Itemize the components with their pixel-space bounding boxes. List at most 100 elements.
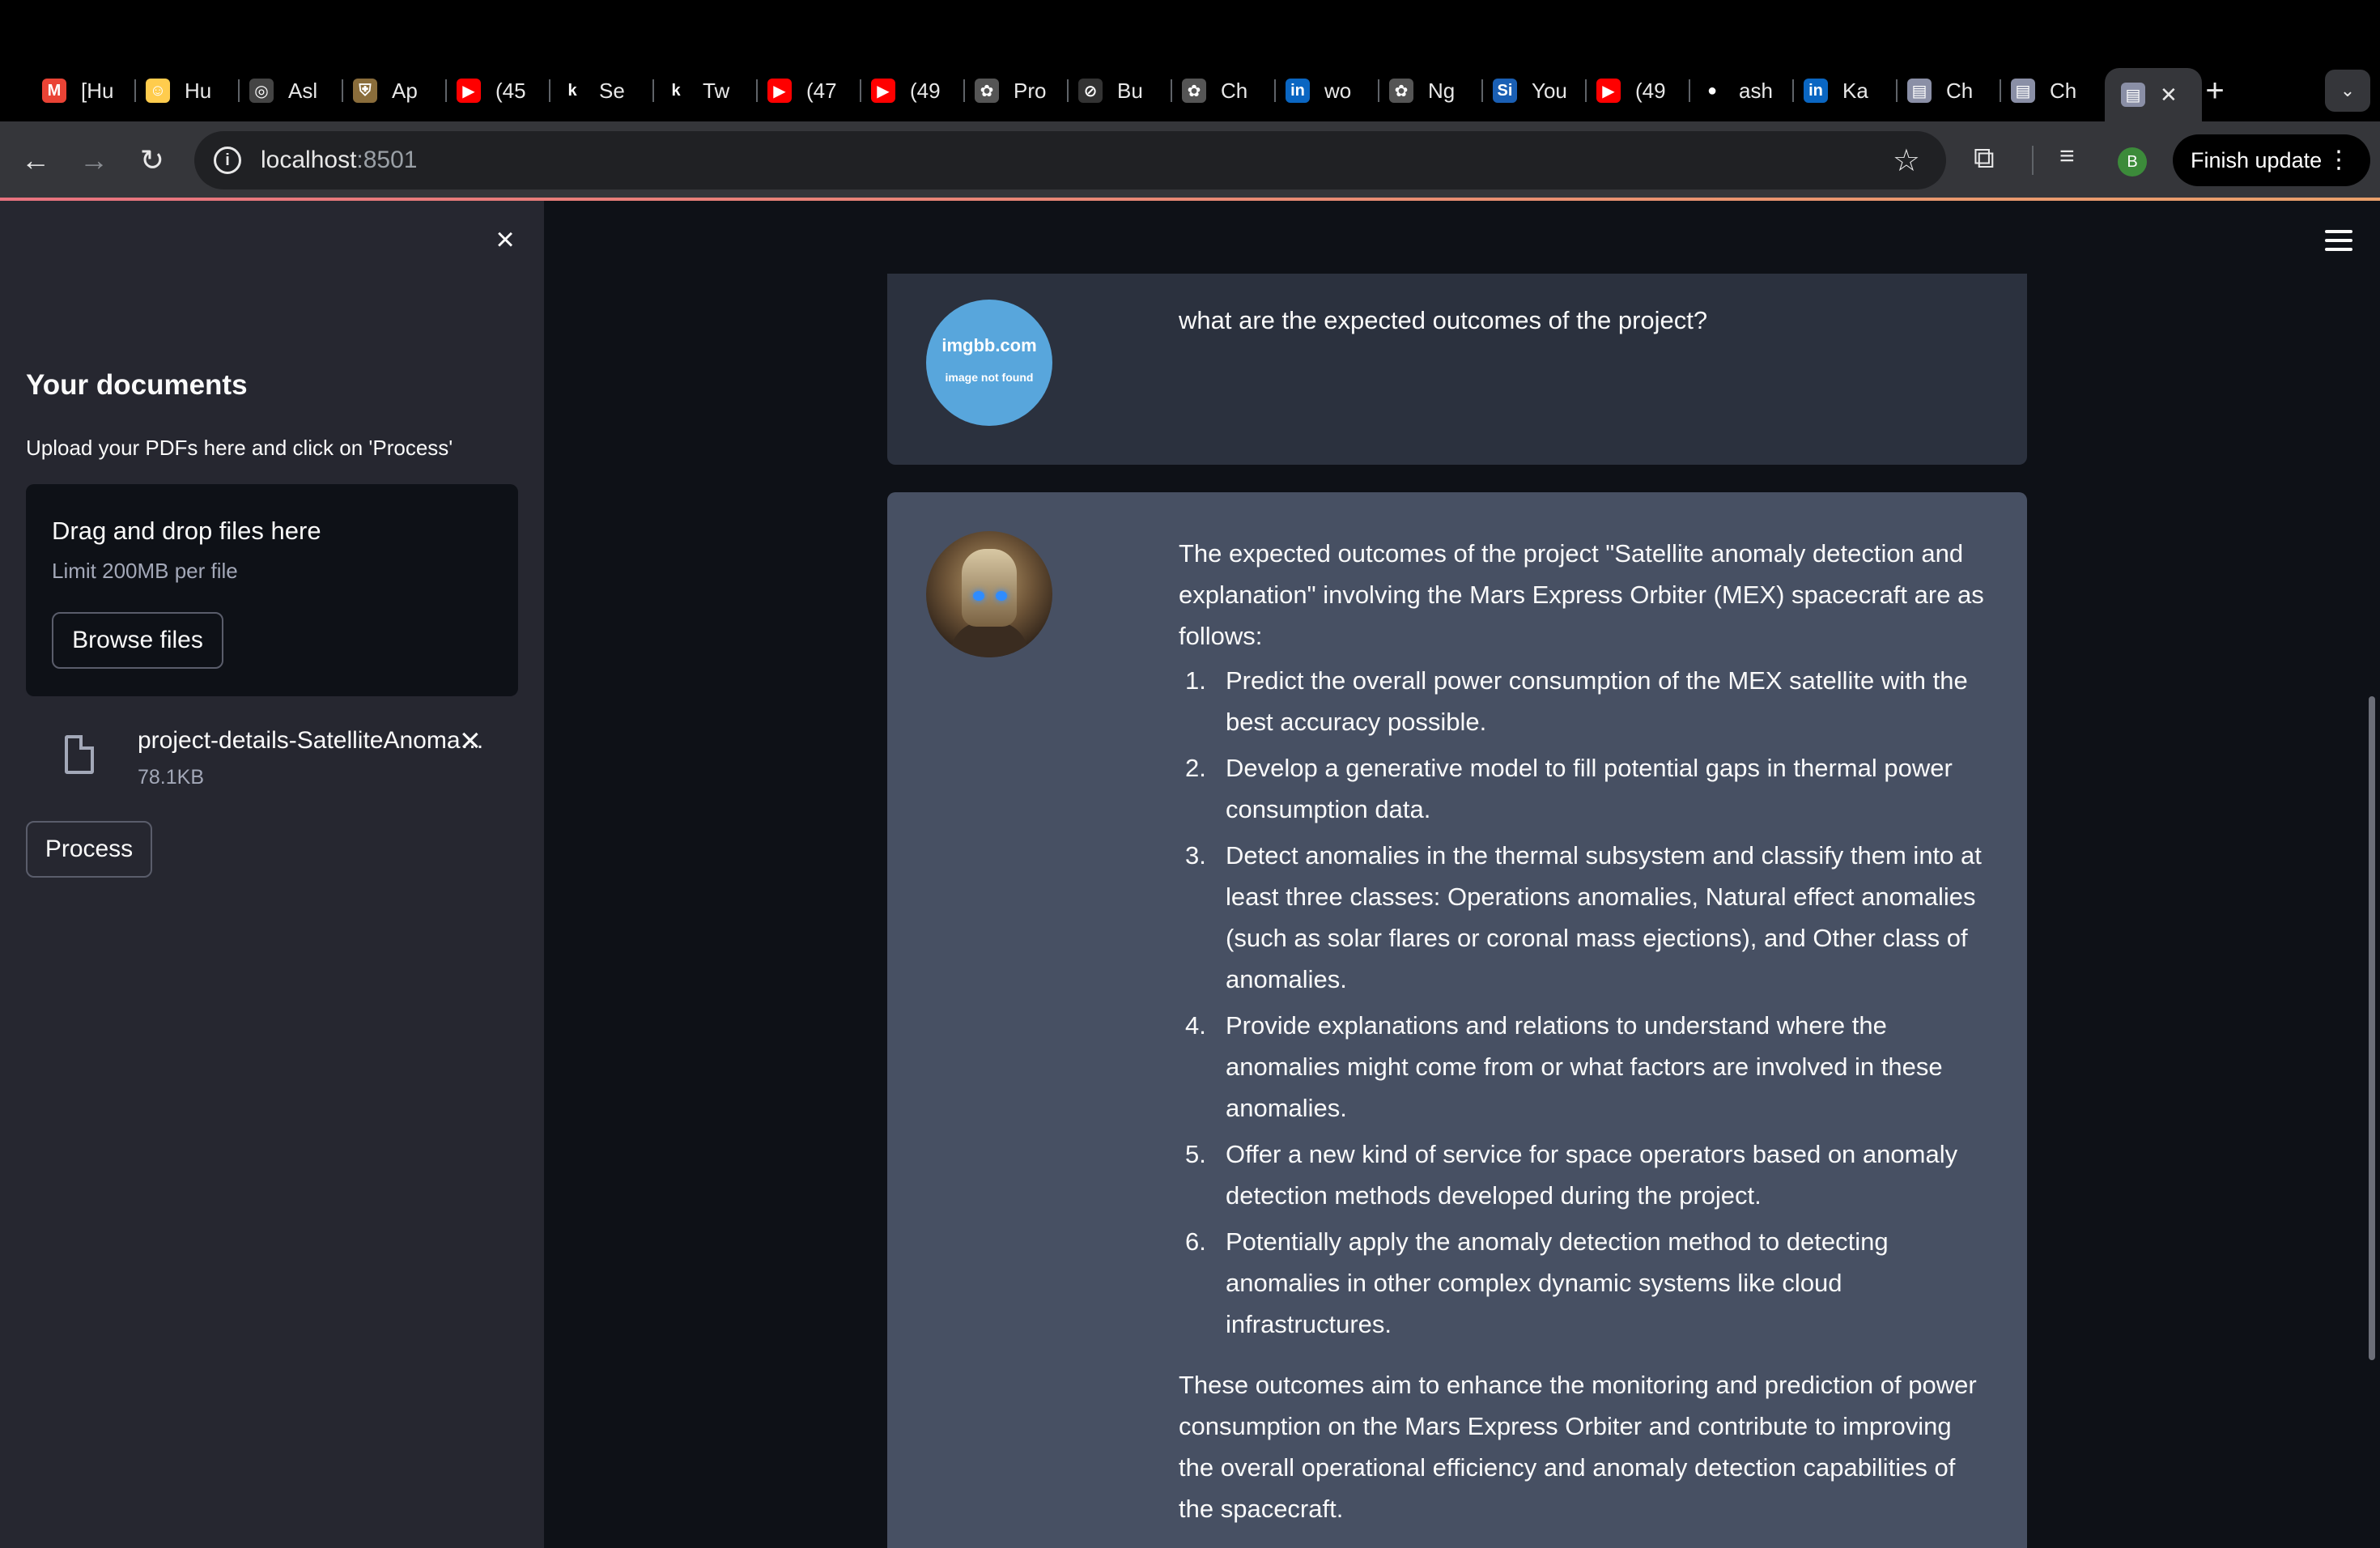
tab[interactable]: ▤ Ch: [2011, 70, 2095, 112]
address-bar[interactable]: i localhost :8501 ☆: [194, 131, 1946, 189]
tab-label: (49: [910, 78, 941, 103]
back-button[interactable]: ←: [15, 139, 57, 181]
new-tab-button[interactable]: +: [2195, 71, 2234, 110]
process-button[interactable]: Process: [26, 821, 152, 878]
sidebar-close-icon[interactable]: ×: [491, 223, 520, 256]
tab-label: Asl: [288, 78, 318, 103]
forward-button[interactable]: →: [73, 139, 115, 181]
uploaded-file-size: 78.1KB: [138, 766, 205, 789]
tab-label: Ch: [1221, 78, 1248, 103]
youtube-icon: ▶: [871, 79, 895, 103]
tab-label: Tw: [703, 78, 730, 103]
tab-label: Se: [599, 78, 625, 103]
youtube-icon: ▶: [1596, 79, 1621, 103]
list-item-number: 6.: [1185, 1227, 1206, 1256]
list-item-text: Offer a new kind of service for space op…: [1226, 1140, 1958, 1210]
main-scrollbar[interactable]: [2369, 696, 2375, 1360]
tab-separator: [1171, 79, 1172, 102]
tab[interactable]: in Ka: [1804, 70, 1888, 112]
reload-icon: ↻: [139, 143, 165, 176]
tab-separator: [134, 79, 136, 102]
file-dropzone[interactable]: Drag and drop files here Limit 200MB per…: [26, 484, 518, 696]
robot-eye-right: [996, 591, 1007, 601]
tab[interactable]: ✿ Ng: [1389, 70, 1473, 112]
outcomes-list: 1. Predict the overall power consumption …: [1179, 660, 1988, 1345]
list-item: 6. Potentially apply the anomaly detectio…: [1179, 1221, 1988, 1345]
tab[interactable]: ▤ Ch: [1907, 70, 1991, 112]
user-avatar-line2: image not found: [945, 371, 1034, 384]
tab-label: Ch: [1946, 78, 1974, 103]
media-control-icon[interactable]: ≡: [2059, 141, 2075, 171]
porsche-icon: ⛨: [353, 79, 377, 103]
browse-files-button[interactable]: Browse files: [52, 612, 223, 669]
tab[interactable]: ✿ Ch: [1182, 70, 1266, 112]
list-item-text: Detect anomalies in the thermal subsyste…: [1226, 841, 1982, 993]
huggingface-icon: ☺: [146, 79, 170, 103]
tab[interactable]: k Tw: [664, 70, 748, 112]
openai-icon: ◎: [249, 79, 274, 103]
tab[interactable]: ▶ (47: [767, 70, 852, 112]
linkedin-icon: in: [1804, 79, 1828, 103]
list-item-text: Provide explanations and relations to un…: [1226, 1011, 1943, 1122]
tab-label: [Hu: [81, 78, 114, 103]
user-avatar: imgbb.com image not found: [926, 300, 1052, 426]
tab[interactable]: M [Hu: [42, 70, 126, 112]
tab-close-icon[interactable]: ✕: [2160, 83, 2178, 108]
arrow-left-icon: ←: [21, 143, 50, 176]
tab-label: Ch: [2050, 78, 2077, 103]
tab-separator: [1689, 79, 1690, 102]
kaggle-icon: k: [664, 79, 688, 103]
extensions-puzzle-icon[interactable]: ⧉: [1974, 141, 1995, 176]
tab-label: (49: [1635, 78, 1666, 103]
tab[interactable]: ◎ Asl: [249, 70, 334, 112]
bot-intro: The expected outcomes of the project "Sa…: [1179, 539, 1984, 650]
tab[interactable]: ⛨ Ap: [353, 70, 437, 112]
tab[interactable]: ☺ Hu: [146, 70, 230, 112]
tab-separator: [756, 79, 758, 102]
tab[interactable]: in wo: [1286, 70, 1370, 112]
remove-file-icon[interactable]: ×: [460, 721, 481, 761]
tab-label: Ka: [1842, 78, 1868, 103]
tab-separator: [1274, 79, 1276, 102]
sidebar: × Your documents Upload your PDFs here a…: [0, 201, 544, 1548]
user-message-text: what are the expected outcomes of the pr…: [1179, 306, 1708, 334]
tab[interactable]: ▶ (49: [871, 70, 955, 112]
tab[interactable]: Si You: [1493, 70, 1577, 112]
chatgpt-icon: ✿: [975, 79, 999, 103]
tab[interactable]: k Se: [560, 70, 644, 112]
dropzone-title: Drag and drop files here: [52, 517, 321, 545]
tab-search-button[interactable]: ⌄: [2325, 70, 2370, 112]
tab[interactable]: ▶ (49: [1596, 70, 1681, 112]
tab-separator: [445, 79, 447, 102]
tab[interactable]: ● ash: [1700, 70, 1784, 112]
hamburger-menu-icon[interactable]: [2325, 230, 2352, 251]
tab-separator: [342, 79, 343, 102]
list-item-text: Potentially apply the anomaly detection …: [1226, 1227, 1889, 1338]
tab-label: wo: [1324, 78, 1352, 103]
tab[interactable]: ▶ (45: [457, 70, 541, 112]
tab-active[interactable]: ▤ ✕: [2105, 68, 2202, 121]
finish-update-button[interactable]: Finish update ⋮: [2173, 134, 2370, 186]
linkedin-icon: in: [1286, 79, 1310, 103]
chatgpt-icon: ✿: [1389, 79, 1413, 103]
profile-avatar[interactable]: B: [2118, 147, 2147, 176]
list-item-number: 1.: [1185, 666, 1206, 695]
tab[interactable]: ✿ Pro: [975, 70, 1059, 112]
bookmark-star-icon[interactable]: ☆: [1893, 142, 1920, 179]
site-info-icon[interactable]: i: [214, 147, 241, 174]
tab[interactable]: ⊘ Bu: [1078, 70, 1162, 112]
url-port: :8501: [356, 147, 418, 173]
list-item-number: 5.: [1185, 1140, 1206, 1168]
file-icon: [65, 735, 94, 774]
tab-separator: [238, 79, 240, 102]
finish-update-label: Finish update: [2191, 147, 2323, 172]
browser-toolbar: ← → ↻ i localhost :8501 ☆ ⧉ ≡ B Finish u…: [0, 121, 2380, 199]
streamlit-icon: ▤: [2121, 83, 2145, 107]
streamlit-icon: ▤: [2011, 79, 2035, 103]
tab-separator: [1585, 79, 1587, 102]
reload-button[interactable]: ↻: [131, 139, 173, 181]
bot-avatar: [926, 531, 1052, 657]
tab-separator: [1896, 79, 1898, 102]
tab-separator: [963, 79, 965, 102]
compass-icon: ⊘: [1078, 79, 1103, 103]
